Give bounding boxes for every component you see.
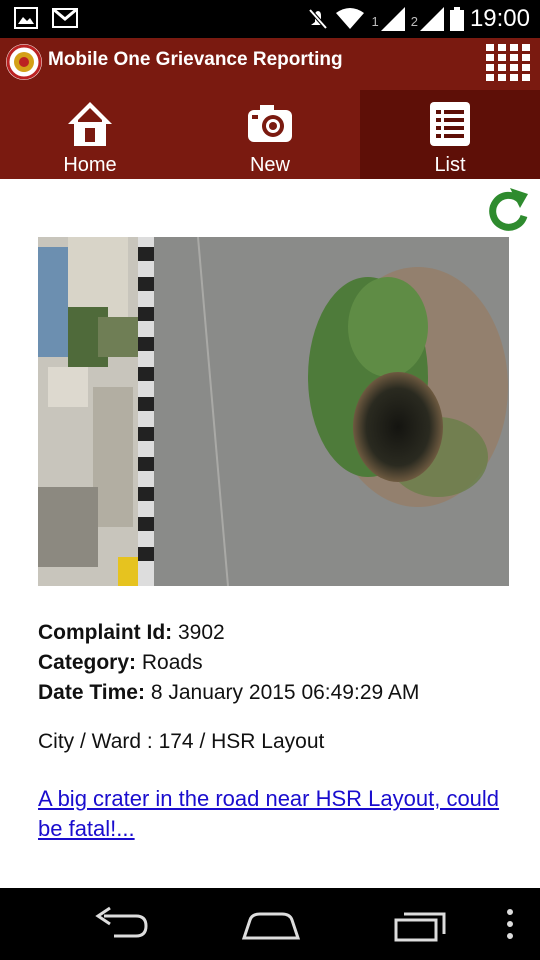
- overflow-menu-icon[interactable]: [490, 902, 530, 946]
- home-icon: [68, 102, 112, 146]
- refresh-icon: [489, 188, 528, 231]
- datetime-row: Date Time: 8 January 2015 06:49:29 AM: [38, 678, 419, 708]
- recents-icon[interactable]: [388, 902, 458, 946]
- complaint-photo[interactable]: [38, 237, 509, 586]
- signal-icon: [380, 7, 405, 31]
- wifi-icon: [336, 8, 365, 29]
- app-title: Mobile One Grievance Reporting: [48, 49, 343, 70]
- battery-icon: [449, 7, 464, 31]
- clock: 19:00: [469, 5, 530, 32]
- app-logo: [6, 44, 42, 80]
- complaint-id-label: Complaint Id:: [38, 621, 173, 644]
- back-icon[interactable]: [86, 902, 156, 946]
- sim1-label: 1: [371, 14, 379, 29]
- refresh-button[interactable]: [486, 186, 530, 234]
- datetime-value: 8 January 2015 06:49:29 AM: [150, 681, 420, 704]
- system-nav-bar: [0, 888, 540, 960]
- tab-home-label: Home: [63, 154, 117, 176]
- tab-list[interactable]: List: [360, 90, 540, 179]
- gmail-icon: [52, 8, 78, 28]
- list-icon: [430, 102, 470, 146]
- complaint-id-row: Complaint Id: 3902: [38, 618, 419, 648]
- category-value: Roads: [141, 651, 203, 674]
- tab-new[interactable]: New: [180, 90, 360, 179]
- city-ward-text: City / Ward : 174 / HSR Layout: [38, 730, 325, 753]
- status-bar: 1 2 19:00: [0, 0, 540, 38]
- datetime-label: Date Time:: [38, 681, 145, 704]
- tab-bar: Home New List: [0, 90, 540, 179]
- sim2-label: 2: [410, 14, 418, 29]
- category-row: Category: Roads: [38, 648, 419, 678]
- complaint-details: Complaint Id: 3902 Category: Roads Date …: [38, 618, 419, 708]
- complaint-description-link[interactable]: A big crater in the road near HSR Layout…: [38, 784, 508, 844]
- grid-menu-button[interactable]: [486, 44, 530, 84]
- app-header: Mobile One Grievance Reporting: [0, 38, 540, 90]
- tab-list-label: List: [434, 154, 466, 176]
- tab-home[interactable]: Home: [0, 90, 180, 179]
- tab-new-label: New: [249, 154, 290, 176]
- camera-icon: [248, 105, 292, 142]
- home-nav-icon[interactable]: [236, 902, 306, 946]
- signal-icon: [419, 7, 444, 31]
- category-label: Category:: [38, 651, 137, 674]
- mute-icon: [308, 8, 328, 30]
- image-icon: [14, 7, 38, 29]
- complaint-id-value: 3902: [178, 621, 225, 644]
